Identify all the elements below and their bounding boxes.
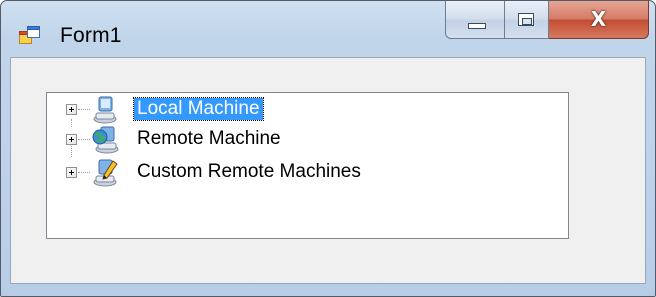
- close-button[interactable]: X: [549, 1, 649, 39]
- close-icon: X: [590, 7, 607, 31]
- tree-node-label[interactable]: Remote Machine: [134, 128, 284, 150]
- minimize-button[interactable]: [445, 1, 505, 39]
- tree-node-label[interactable]: Local Machine: [133, 97, 264, 121]
- title-bar[interactable]: Form1 X: [1, 1, 655, 57]
- form-window: Form1 X Local Machine Remote Machine Cus…: [0, 0, 656, 297]
- tree-connector-line: [78, 172, 90, 173]
- caption-buttons: X: [445, 1, 649, 43]
- tree-connector-line: [78, 109, 90, 110]
- tree-connector-line: [78, 139, 90, 140]
- tree-node-local-machine[interactable]: Local Machine: [47, 94, 567, 124]
- minimize-icon: [468, 23, 486, 29]
- expand-icon[interactable]: [66, 104, 77, 115]
- computer-pencil-icon: [93, 159, 118, 187]
- expand-icon[interactable]: [66, 134, 77, 145]
- computer-icon: [93, 96, 117, 124]
- tree-node-label[interactable]: Custom Remote Machines: [134, 161, 364, 183]
- windows-form-icon: [19, 26, 40, 44]
- maximize-button[interactable]: [505, 1, 549, 39]
- tree-view[interactable]: Local Machine Remote Machine Custom Remo…: [46, 92, 569, 239]
- expand-icon[interactable]: [66, 167, 77, 178]
- tree-node-custom-remote-machines[interactable]: Custom Remote Machines: [47, 157, 567, 187]
- maximize-icon: [518, 13, 534, 26]
- tree-node-remote-machine[interactable]: Remote Machine: [47, 124, 567, 154]
- window-title: Form1: [60, 24, 122, 47]
- form-client-area: Local Machine Remote Machine Custom Remo…: [10, 57, 646, 284]
- globe-computer-icon: [92, 126, 119, 154]
